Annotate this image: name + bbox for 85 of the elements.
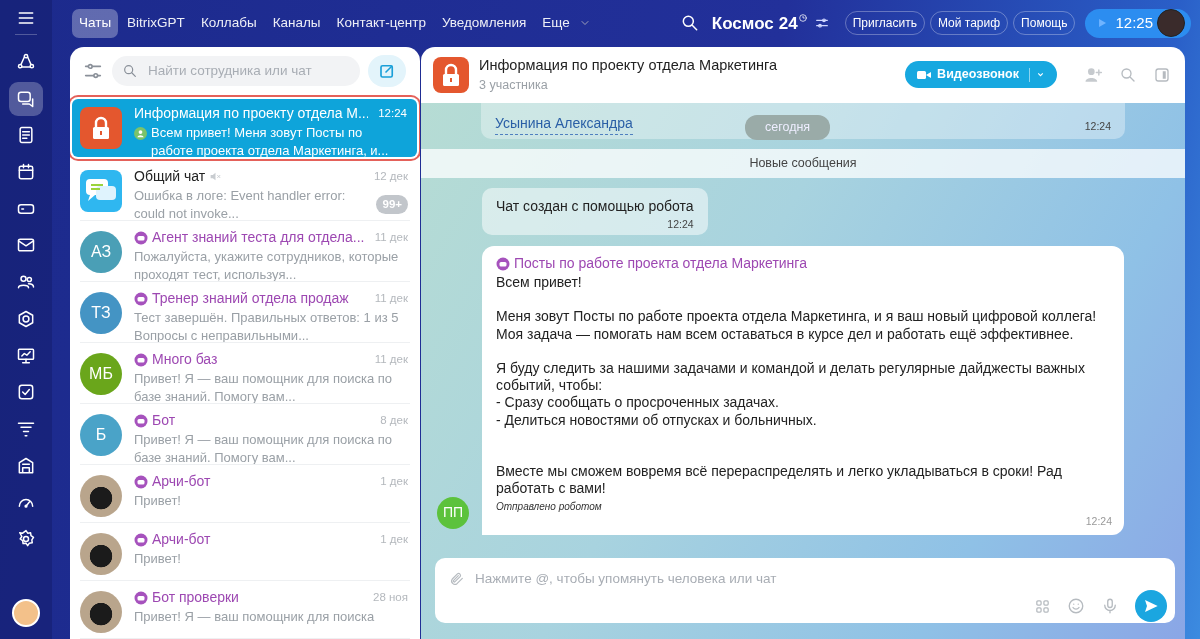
message-text: Меня зовут Посты по работе проекта отдела Маркетинга, и я ваш новый цифровой коллега! Моя задача — помогать нам всем оставаться в курсе дел и работать ещё эффективнее.: [496, 308, 1098, 343]
message-text: Всем привет!: [496, 274, 583, 292]
caret-icon[interactable]: [1036, 70, 1045, 80]
message-author[interactable]: Посты по работе проекта отдела Маркетинга: [514, 253, 807, 275]
avatar-initials: МБ: [80, 353, 122, 395]
chat-time: 11 дек: [373, 351, 408, 367]
chat-time: 8 дек: [379, 412, 408, 428]
chat-time: 1 дек: [379, 531, 408, 547]
message-text: Я буду следить за нашими задачами и командой и делать регулярные дайджесты важных событий, чтобы: - Сразу сообщать о просроченных задачах. - Делиться новостями об отпусках и больничных.: [496, 359, 1086, 429]
chat-preview: Привет! Я — ваш помощник для поиска по базе знаний. Помогу вам...: [134, 431, 394, 468]
message-time: 12:24: [1084, 119, 1111, 134]
chat-header-title: Информация по проекту отдела Маркетинга: [479, 55, 778, 75]
chat-preview: Привет! Я — ваш помощник для поиска по базе знаний. Помогу вам...: [134, 370, 394, 407]
paperclip-icon[interactable]: [449, 571, 465, 588]
bot-icon: [496, 256, 510, 271]
chat-time: 12 дек: [372, 168, 408, 184]
chat-time: 1 дек: [379, 473, 408, 489]
chat-time: 12:24: [377, 105, 407, 121]
message-time: 12:24: [1084, 514, 1112, 530]
document-icon[interactable]: [16, 125, 36, 146]
message-composer[interactable]: Нажмите @, чтобы упомянуть человека или чат: [435, 558, 1175, 623]
send-icon: [1143, 598, 1159, 615]
message-text: Вместе мы сможем вовремя всё перераспределять и легко укладываться в сроки! Рад работать с вами!: [496, 462, 1063, 498]
chat-title: Много баз: [152, 350, 218, 369]
chat-list-item[interactable]: Арчи-бот 1 дек Привет!: [70, 465, 420, 523]
chat-title: Тренер знаний отдела продаж: [152, 289, 349, 308]
chat-list-item[interactable]: Арчи-бот 1 дек Привет!: [70, 523, 420, 581]
building-icon[interactable]: [16, 455, 36, 476]
logo-text: Космос: [711, 12, 774, 35]
chat-preview: Привет!: [134, 492, 182, 510]
chat-list-item[interactable]: ТЗ Тренер знаний отдела продаж 11 дек Тест завершён. Правильных ответов: 1 из 5 Вопросы с неправильными...: [70, 282, 420, 343]
chat-list-item[interactable]: Б Бот 8 дек Привет! Я — ваш помощник для поиска по базе знаний. Помогу вам...: [70, 404, 420, 465]
nav-tab[interactable]: Контакт-центр: [329, 9, 433, 38]
logo-number: 24: [778, 12, 798, 35]
robot-note: Отправлено роботом: [496, 500, 603, 515]
date-label: сегодня: [745, 114, 831, 140]
search-input[interactable]: Найти сотрудника или чат: [146, 60, 350, 83]
search-icon: [122, 63, 138, 80]
nav-tab[interactable]: Еще: [535, 9, 577, 38]
avatar-initials: ПП: [437, 496, 469, 529]
chat-preview: Пожалуйста, укажите сотрудников, которые проходят тест, используя...: [134, 248, 400, 285]
chat-preview: Тест завершён. Правильных ответов: 1 из 5 Вопросы с неправильными...: [134, 309, 400, 346]
user-avatar[interactable]: [12, 599, 40, 627]
chat-preview: Привет! Я — ваш помощник для поиска: [134, 608, 376, 626]
pencil-square-icon: [378, 62, 396, 81]
chat-title: Агент знаний теста для отдела...: [152, 228, 365, 247]
send-button[interactable]: [1135, 590, 1167, 623]
unread-counter: 99+: [376, 195, 408, 215]
chat-list-item[interactable]: Бот проверки 28 ноя Привет! Я — ваш помощник для поиска: [70, 581, 420, 639]
avatar-initials: ТЗ: [80, 292, 122, 334]
message-time: 12:24: [666, 216, 694, 232]
nav-tab[interactable]: BitrixGPT: [120, 9, 192, 38]
message-input[interactable]: Нажмите @, чтобы упомянуть человека или чат: [473, 568, 1167, 591]
chat-time: 11 дек: [373, 229, 408, 245]
new-chat-button[interactable]: [368, 55, 406, 88]
nav-tab[interactable]: Коллабы: [193, 9, 264, 38]
chat-list-item[interactable]: Общий чат 12 дек Ошибка в логе: Event handler error: could not invoke... 99+: [70, 160, 420, 221]
video-camera-icon: [917, 69, 932, 80]
chat-list-item[interactable]: АЗ Агент знаний теста для отдела... 11 дек Пожалуйста, укажите сотрудников, которые проходят тест, используя...: [70, 221, 420, 282]
search-field[interactable]: Найти сотрудника или чат: [112, 56, 360, 87]
lock-avatar-icon: [433, 56, 469, 93]
avatar-initials: АЗ: [80, 231, 122, 273]
chat-title: Бот: [152, 411, 176, 430]
nav-tab[interactable]: Уведомления: [434, 9, 534, 38]
chat-time: 11 дек: [373, 290, 408, 306]
chat-title: Бот проверки: [152, 588, 239, 607]
chat-title: Арчи-бот: [152, 472, 211, 491]
photo-placeholder: [80, 475, 122, 517]
clock-icon: [797, 13, 808, 23]
chat-time: 28 ноя: [372, 589, 408, 605]
photo-placeholder: [80, 533, 122, 575]
chat-preview: Привет!: [134, 550, 182, 568]
hexagon-icon[interactable]: [16, 308, 36, 329]
settings-icon[interactable]: [16, 528, 36, 549]
chat-title: Арчи-бот: [152, 530, 211, 549]
system-message-text: Чат создан с помощью робота: [496, 196, 694, 216]
chat-list-item[interactable]: МБ Много баз 11 дек Привет! Я — ваш помощник для поиска по базе знаний. Помогу вам...: [70, 343, 420, 404]
chat-preview: Ошибка в логе: Event handler error: could not invoke...: [134, 187, 347, 224]
user-link[interactable]: Усынина Александра: [495, 112, 633, 135]
avatar-initials: Б: [80, 414, 122, 456]
chat-title: Информация по проекту отдела М...: [134, 104, 369, 123]
nav-tab[interactable]: Чаты: [72, 9, 119, 38]
chat-title: Общий чат: [134, 167, 206, 186]
photo-placeholder: [80, 591, 122, 633]
nav-tab[interactable]: Каналы: [265, 9, 328, 38]
